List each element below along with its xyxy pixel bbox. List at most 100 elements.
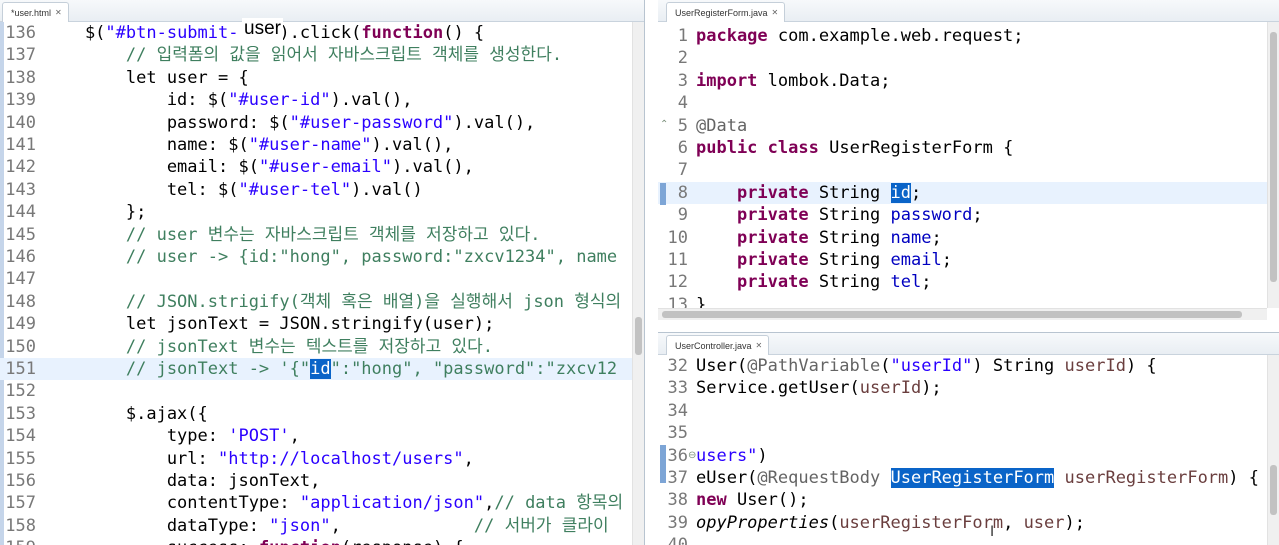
code-line[interactable]: 157 contentType: "application/json",// d… xyxy=(0,492,644,514)
right-bottom-scroll-thumb[interactable] xyxy=(1270,465,1277,515)
right-top-vertical-scrollbar[interactable] xyxy=(1267,22,1279,308)
code-line[interactable]: 10 private String name; xyxy=(658,227,1279,249)
left-scroll-thumb[interactable] xyxy=(635,317,642,355)
code-text: users") xyxy=(696,445,768,467)
code-line[interactable]: 39 opyProperties(userRegisterForm, user); xyxy=(658,512,1279,534)
code-line[interactable]: 6 public class UserRegisterForm { xyxy=(658,137,1279,159)
line-number: 35 xyxy=(667,423,688,444)
code-text: tel: $("#user-tel").val() xyxy=(44,179,423,201)
code-line[interactable]: 151 // jsonText -> '{"id":"hong", "passw… xyxy=(0,358,644,381)
code-line[interactable]: 159 success: function(response) { xyxy=(0,537,644,545)
code-line[interactable]: 144 }; xyxy=(0,201,644,223)
code-line[interactable]: 152 xyxy=(0,380,644,402)
code-token: 'POST' xyxy=(228,426,290,447)
code-line[interactable]: 1 package com.example.web.request; xyxy=(658,25,1279,47)
code-line[interactable]: 8 private String id; xyxy=(658,181,1279,205)
code-line[interactable]: 12 private String tel; xyxy=(658,271,1279,293)
code-token: name xyxy=(890,227,932,248)
code-line[interactable]: 38 new User(); xyxy=(658,489,1279,511)
right-bottom-vertical-scrollbar[interactable] xyxy=(1267,355,1279,545)
code-token: tel: $( xyxy=(44,179,239,200)
code-line[interactable]: 149 let jsonText = JSON.stringify(user); xyxy=(0,313,644,335)
line-number: 151 xyxy=(5,359,36,379)
code-token: url: xyxy=(44,448,218,469)
tab-user-html-label: *user.html xyxy=(11,7,52,18)
code-token: , xyxy=(1003,512,1024,533)
code-token: @PathVariable xyxy=(747,356,881,376)
code-line[interactable]: 143 tel: $("#user-tel").val() xyxy=(0,179,644,201)
right-top-horizontal-scrollbar[interactable] xyxy=(658,308,1267,320)
close-icon[interactable]: ✕ xyxy=(772,8,779,17)
code-token: email: $( xyxy=(44,157,259,178)
code-token: success: xyxy=(44,538,259,545)
fold-marker-icon[interactable]: ⌃ xyxy=(660,119,668,130)
code-line[interactable]: 36 users") xyxy=(658,445,1279,467)
code-text: // jsonText -> '{"id":"hong", "password"… xyxy=(44,358,617,380)
code-line[interactable]: 158 dataType: "json", // 서버가 클라이 xyxy=(0,515,644,537)
code-token: contentType: xyxy=(44,493,300,514)
right-top-hscroll-thumb[interactable] xyxy=(662,311,1242,318)
code-text: type: 'POST', xyxy=(44,425,300,447)
code-line[interactable]: 148 // JSON.strigify(객체 혹은 배열)을 실행해서 jso… xyxy=(0,291,644,313)
code-line[interactable]: 145 // user 변수는 자바스크립트 객체를 저장하고 있다. xyxy=(0,224,644,246)
code-line[interactable]: 35 xyxy=(658,422,1279,444)
code-line[interactable]: 147 xyxy=(0,268,644,290)
code-line[interactable]: 37 eUser(@RequestBody UserRegisterForm us… xyxy=(658,467,1279,489)
code-line[interactable]: 7 xyxy=(658,159,1279,181)
line-number: 2 xyxy=(677,48,688,69)
code-line[interactable]: 150 // jsonText 변수는 텍스트를 저장하고 있다. xyxy=(0,336,644,358)
left-vertical-scrollbar[interactable] xyxy=(632,22,644,545)
code-line[interactable]: 156 data: jsonText, xyxy=(0,470,644,492)
tab-user-html[interactable]: *user.html ✕ xyxy=(2,2,69,22)
user-overlay-label: user xyxy=(242,18,283,40)
code-token: // jsonText 변수는 텍스트를 저장하고 있다. xyxy=(44,336,493,357)
left-code-area[interactable]: 136 $("#btn-submit- ).click(function() {… xyxy=(0,22,644,545)
line-number: 147 xyxy=(5,269,36,290)
code-token: ) { xyxy=(1125,356,1157,376)
code-line[interactable]: 154 type: 'POST', xyxy=(0,425,644,447)
code-line[interactable]: 137 // 입력폼의 값을 읽어서 자바스크립트 객체를 생성한다. xyxy=(0,44,644,66)
right-bottom-code-area[interactable]: 32 User(@PathVariable("userId") String us… xyxy=(658,355,1279,545)
code-token: private xyxy=(736,272,809,293)
code-line[interactable]: 136 $("#btn-submit- ).click(function() { xyxy=(0,22,644,44)
code-text: name: $("#user-name").val(), xyxy=(44,134,454,156)
code-line[interactable]: 153 $.ajax({ xyxy=(0,403,644,425)
code-token: , xyxy=(330,515,474,536)
code-token: "application/json" xyxy=(299,493,485,514)
code-line[interactable]: 146 // user -> {id:"hong", password:"zxc… xyxy=(0,246,644,268)
code-line[interactable]: 3 import lombok.Data; xyxy=(658,70,1279,92)
code-token: ).val(), xyxy=(371,135,454,155)
code-token: eUser( xyxy=(696,468,758,488)
code-line[interactable]: 9 private String password; xyxy=(658,204,1279,226)
selected-token: id xyxy=(310,359,331,379)
line-number: 158 xyxy=(5,515,36,536)
code-text: private String email; xyxy=(696,249,952,271)
tab-user-controller-java[interactable]: UserController.java ✕ xyxy=(666,335,770,355)
code-line[interactable]: 138 let user = { xyxy=(0,67,644,89)
close-icon[interactable]: ✕ xyxy=(756,341,763,350)
right-top-code-area[interactable]: 1 package com.example.web.request; 2 3 impor… xyxy=(658,22,1279,320)
code-line[interactable]: 2 xyxy=(658,47,1279,69)
right-top-scroll-thumb[interactable] xyxy=(1270,32,1277,282)
code-token: type: xyxy=(44,426,229,447)
code-line[interactable]: 33 Service.getUser(userId); xyxy=(658,377,1279,399)
code-line[interactable]: 11 private String email; xyxy=(658,249,1279,271)
code-line[interactable]: 32 User(@PathVariable("userId") String us… xyxy=(658,355,1279,377)
code-line[interactable]: 4 xyxy=(658,92,1279,114)
code-line[interactable]: 142 email: $("#user-email").val(), xyxy=(0,156,644,178)
tab-user-register-form-java[interactable]: UserRegisterForm.java ✕ xyxy=(666,2,786,22)
code-line[interactable]: 5 @Data xyxy=(658,115,1279,137)
right-bottom-editor-tabbar: UserController.java ✕ xyxy=(658,333,1279,355)
code-line[interactable]: 34 xyxy=(658,400,1279,422)
code-line[interactable]: 40 xyxy=(658,534,1279,545)
code-line[interactable]: 155 url: "http://localhost/users", xyxy=(0,448,644,470)
code-line[interactable]: 140 password: $("#user-password").val(), xyxy=(0,112,644,134)
line-number: 137 xyxy=(5,45,36,66)
code-line[interactable]: 139 id: $("#user-id").val(), xyxy=(0,89,644,111)
fold-marker-icon[interactable]: ⊖ xyxy=(688,450,696,461)
code-line[interactable]: 141 name: $("#user-name").val(), xyxy=(0,134,644,156)
code-token: private xyxy=(736,227,809,248)
close-icon[interactable]: ✕ xyxy=(55,8,62,17)
